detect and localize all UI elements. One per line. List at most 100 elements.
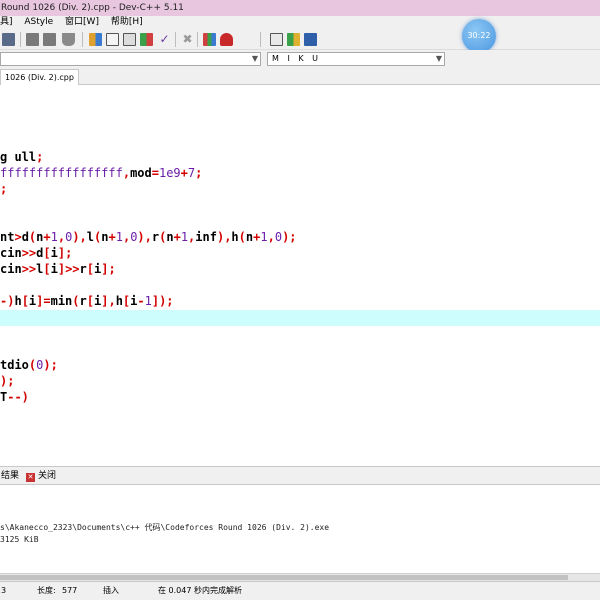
output-path: s\Akanecco_2323\Documents\c++ 代码\Codefor…: [0, 523, 330, 532]
code-token: 1: [50, 230, 58, 244]
code-line: g ull;: [0, 149, 600, 165]
toolbar-separator: [260, 32, 261, 47]
code-token: >: [14, 230, 22, 244]
editor-tabs: 1026 (Div. 2).cpp: [0, 67, 600, 85]
code-line: );: [0, 373, 600, 389]
code-token: +: [180, 166, 188, 180]
code-token: [: [86, 294, 94, 308]
code-token: [: [86, 262, 94, 276]
run-icon[interactable]: [106, 33, 119, 46]
code-token: i: [50, 262, 58, 276]
code-token: ;: [36, 150, 44, 164]
code-token: ]>>: [57, 262, 80, 276]
menu-astyle[interactable]: AStyle: [24, 16, 53, 29]
indent-icon[interactable]: [26, 33, 39, 46]
save-all-icon[interactable]: [2, 33, 15, 46]
code-token: -): [0, 294, 15, 308]
unindent-icon[interactable]: [43, 33, 56, 46]
code-token: );: [282, 230, 297, 244]
theme-combo[interactable]: M I K U ▼: [267, 52, 445, 66]
panel-tabs: 结果 ✕ 关闭: [0, 466, 600, 485]
code-token: ],: [101, 294, 116, 308]
stop-icon[interactable]: ✖: [181, 33, 194, 46]
code-token: +: [173, 230, 181, 244]
book-icon[interactable]: [304, 33, 317, 46]
scrollbar-thumb[interactable]: [0, 575, 568, 580]
menu-help[interactable]: 帮助[H]: [111, 16, 143, 29]
code-line: -)h[i]=min(r[i],h[i-1]);: [0, 293, 600, 309]
toolbar-separator: [82, 32, 83, 47]
clock-widget: 30:22: [462, 19, 496, 53]
code-token: ];: [101, 262, 116, 276]
code-token: ),: [137, 230, 152, 244]
code-token: 1: [144, 294, 152, 308]
tab-source-file[interactable]: 1026 (Div. 2).cpp: [0, 69, 79, 85]
code-token: inf: [195, 230, 217, 244]
code-token: h: [231, 230, 239, 244]
chevron-down-icon: ▼: [251, 54, 258, 63]
current-line-highlight: [0, 310, 600, 326]
code-token: g: [0, 150, 15, 164]
code-token: ),: [216, 230, 232, 244]
code-token: n: [166, 230, 174, 244]
code-token: +: [43, 230, 51, 244]
code-token: r: [79, 294, 87, 308]
menu-window[interactable]: 窗口[W]: [65, 16, 99, 29]
code-token: ]=: [36, 294, 51, 308]
code-token: cin: [0, 246, 22, 260]
code-token: h: [14, 294, 22, 308]
close-icon: ✕: [26, 473, 35, 482]
menu-bar: 具] AStyle 窗口[W] 帮助[H]: [0, 16, 600, 29]
close-label: 关闭: [38, 471, 57, 481]
output-scrollbar[interactable]: [0, 573, 600, 581]
code-token: ull: [14, 150, 37, 164]
code-token: ,: [122, 166, 131, 180]
menu-tools[interactable]: 具]: [0, 16, 13, 29]
status-parse-message: 在 0.047 秒内完成解析: [158, 586, 242, 595]
code-token: [: [43, 262, 51, 276]
code-token: 1e9: [158, 166, 181, 180]
status-bar: 3 长度: 577 插入 在 0.047 秒内完成解析: [0, 581, 600, 600]
code-token: l: [86, 230, 95, 244]
check-icon[interactable]: ✓: [158, 33, 171, 46]
code-token: -: [137, 294, 145, 308]
combo-row: ▼ M I K U ▼: [0, 50, 600, 67]
output-memory: 3125 KiB: [0, 535, 39, 544]
tab-compile-results[interactable]: 结果: [1, 470, 19, 482]
code-editor[interactable]: g ull; fffffffffffffffff,mod=1e9+7;; nt>d (…: [0, 85, 600, 466]
code-line: cin>>d[i];: [0, 245, 600, 261]
goto-icon[interactable]: [287, 33, 300, 46]
code-token: r: [79, 262, 87, 276]
code-token: (: [238, 230, 246, 244]
status-insert-mode: 插入: [103, 586, 119, 595]
code-token: ,: [57, 230, 66, 244]
debug-icon[interactable]: [220, 33, 233, 46]
status-line: 3: [1, 586, 7, 595]
bookmark-icon[interactable]: [62, 33, 75, 46]
code-token: 0: [274, 230, 283, 244]
compile-icon[interactable]: [89, 33, 102, 46]
code-token: =: [151, 166, 159, 180]
toolbar-separator: [197, 32, 198, 47]
code-line: T--): [0, 389, 600, 405]
code-token: ;: [0, 182, 8, 196]
code-token: d: [21, 230, 29, 244]
code-token: ]);: [151, 294, 174, 308]
code-token: );: [43, 358, 58, 372]
code-token: [: [21, 294, 29, 308]
code-token: +: [108, 230, 116, 244]
code-token: ),: [72, 230, 87, 244]
code-token: fffffffffffffffff: [0, 166, 123, 180]
tab-close[interactable]: ✕ 关闭: [26, 470, 56, 482]
code-line: nt>d(n+1,0),l(n+1,0),r(n+1,inf),h(n+1,0)…: [0, 229, 600, 245]
chart-icon[interactable]: [203, 33, 216, 46]
code-token: 1: [180, 230, 189, 244]
compile-run-icon[interactable]: [123, 33, 136, 46]
scope-combo[interactable]: ▼: [0, 52, 261, 66]
code-token: >>: [21, 246, 37, 260]
new-class-icon[interactable]: [270, 33, 283, 46]
code-token: >>: [21, 262, 37, 276]
window-title: Round 1026 (Div. 2).cpp - Dev-C++ 5.11: [0, 0, 600, 16]
compile-output: s\Akanecco_2323\Documents\c++ 代码\Codefor…: [0, 485, 600, 573]
rebuild-icon[interactable]: [140, 33, 153, 46]
